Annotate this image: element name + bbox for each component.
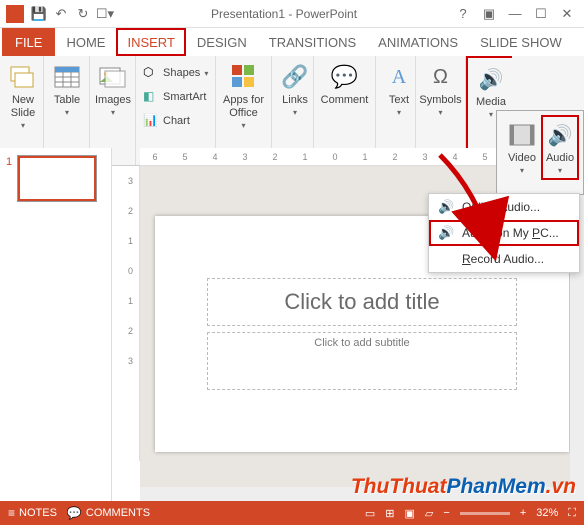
notes-button[interactable]: ≡NOTES	[8, 506, 57, 520]
fit-to-window-icon[interactable]: ⛶	[568, 507, 576, 520]
audio-pc-icon: 🔊	[438, 225, 454, 241]
title-bar: 💾 ↶ ↻ ☐▾ Presentation1 - PowerPoint ? ▣ …	[0, 0, 584, 28]
tab-animations[interactable]: ANIMATIONS	[367, 28, 469, 56]
links-icon: 🔗	[280, 62, 310, 92]
apps-icon	[229, 62, 259, 92]
audio-button[interactable]: 🔊Audio▾	[541, 115, 579, 180]
status-bar: ≡NOTES 💬COMMENTS ▭ ⊞ ▣ ▱ − + 32% ⛶	[0, 501, 584, 525]
apps-button[interactable]: Apps for Office▾	[220, 59, 267, 133]
view-slideshow-icon[interactable]: ▱	[425, 507, 433, 520]
tab-design[interactable]: DESIGN	[186, 28, 258, 56]
video-icon	[507, 120, 537, 150]
symbols-icon: Ω	[426, 62, 456, 92]
help-icon[interactable]: ?	[452, 3, 474, 25]
thumbnail-number: 1	[6, 156, 12, 201]
tab-home[interactable]: HOME	[55, 28, 116, 56]
chart-button[interactable]: 📊Chart	[140, 111, 193, 131]
ribbon-options-icon[interactable]: ▣	[478, 3, 500, 25]
online-audio-item[interactable]: 🔊Online Audio...	[429, 194, 579, 220]
video-button[interactable]: Video▾	[503, 115, 541, 180]
view-normal-icon[interactable]: ▭	[365, 507, 375, 520]
audio-icon: 🔊	[545, 120, 575, 150]
shapes-button[interactable]: ⬡Shapes▾	[140, 63, 211, 83]
thumbnail-slide-1[interactable]	[18, 156, 96, 201]
ruler-vertical: 3210123	[122, 166, 140, 461]
shapes-icon: ⬡	[143, 65, 159, 81]
new-slide-icon	[8, 62, 38, 92]
tab-slideshow[interactable]: SLIDE SHOW	[469, 28, 573, 56]
ribbon-tabs: FILE HOME INSERT DESIGN TRANSITIONS ANIM…	[0, 28, 584, 56]
table-button[interactable]: Table▾	[48, 59, 86, 120]
undo-icon[interactable]: ↶	[50, 3, 72, 25]
view-sorter-icon[interactable]: ⊞	[385, 507, 394, 520]
close-icon[interactable]: ✕	[556, 3, 578, 25]
view-reading-icon[interactable]: ▣	[405, 507, 415, 520]
images-icon	[98, 62, 128, 92]
comment-icon: 💬	[330, 62, 360, 92]
comments-icon: 💬	[67, 506, 82, 520]
thumbnail-panel: 1	[0, 148, 112, 501]
text-icon: A	[384, 62, 414, 92]
text-button[interactable]: AText▾	[380, 59, 418, 120]
symbols-button[interactable]: ΩSymbols▾	[420, 59, 461, 120]
maximize-icon[interactable]: ☐	[530, 3, 552, 25]
media-icon: 🔊	[476, 64, 506, 94]
comments-button[interactable]: 💬COMMENTS	[67, 506, 150, 520]
tab-file[interactable]: FILE	[2, 28, 55, 56]
comment-button[interactable]: 💬Comment	[318, 59, 371, 110]
app-icon	[6, 5, 24, 23]
watermark: ThuThuatPhanMem.vn	[351, 475, 576, 499]
zoom-slider[interactable]	[460, 512, 510, 515]
window-title: Presentation1 - PowerPoint	[116, 7, 452, 21]
media-submenu: Video▾ 🔊Audio▾	[496, 110, 584, 195]
online-audio-icon: 🔊	[438, 199, 454, 215]
zoom-level[interactable]: 32%	[536, 507, 558, 519]
images-button[interactable]: Images▾	[94, 59, 132, 120]
tab-insert[interactable]: INSERT	[116, 28, 185, 56]
audio-dropdown: 🔊Online Audio... 🔊Audio on My PC... Reco…	[428, 193, 580, 273]
new-slide-button[interactable]: New Slide▾	[4, 59, 42, 133]
audio-on-pc-item[interactable]: 🔊Audio on My PC...	[429, 220, 579, 246]
smartart-button[interactable]: ◧SmartArt	[140, 87, 209, 107]
chart-icon: 📊	[143, 113, 159, 129]
redo-icon[interactable]: ↻	[72, 3, 94, 25]
table-icon	[52, 62, 82, 92]
zoom-in-button[interactable]: +	[520, 507, 526, 519]
touch-mode-icon[interactable]: ☐▾	[94, 3, 116, 25]
save-icon[interactable]: 💾	[28, 3, 50, 25]
record-audio-icon	[438, 251, 454, 267]
title-placeholder[interactable]: Click to add title	[207, 278, 517, 326]
subtitle-placeholder[interactable]: Click to add subtitle	[207, 332, 517, 390]
record-audio-item[interactable]: Record Audio...	[429, 246, 579, 272]
smartart-icon: ◧	[143, 89, 159, 105]
links-button[interactable]: 🔗Links▾	[276, 59, 314, 120]
tab-transitions[interactable]: TRANSITIONS	[258, 28, 367, 56]
notes-icon: ≡	[8, 506, 15, 520]
zoom-out-button[interactable]: −	[443, 507, 449, 519]
minimize-icon[interactable]: —	[504, 3, 526, 25]
